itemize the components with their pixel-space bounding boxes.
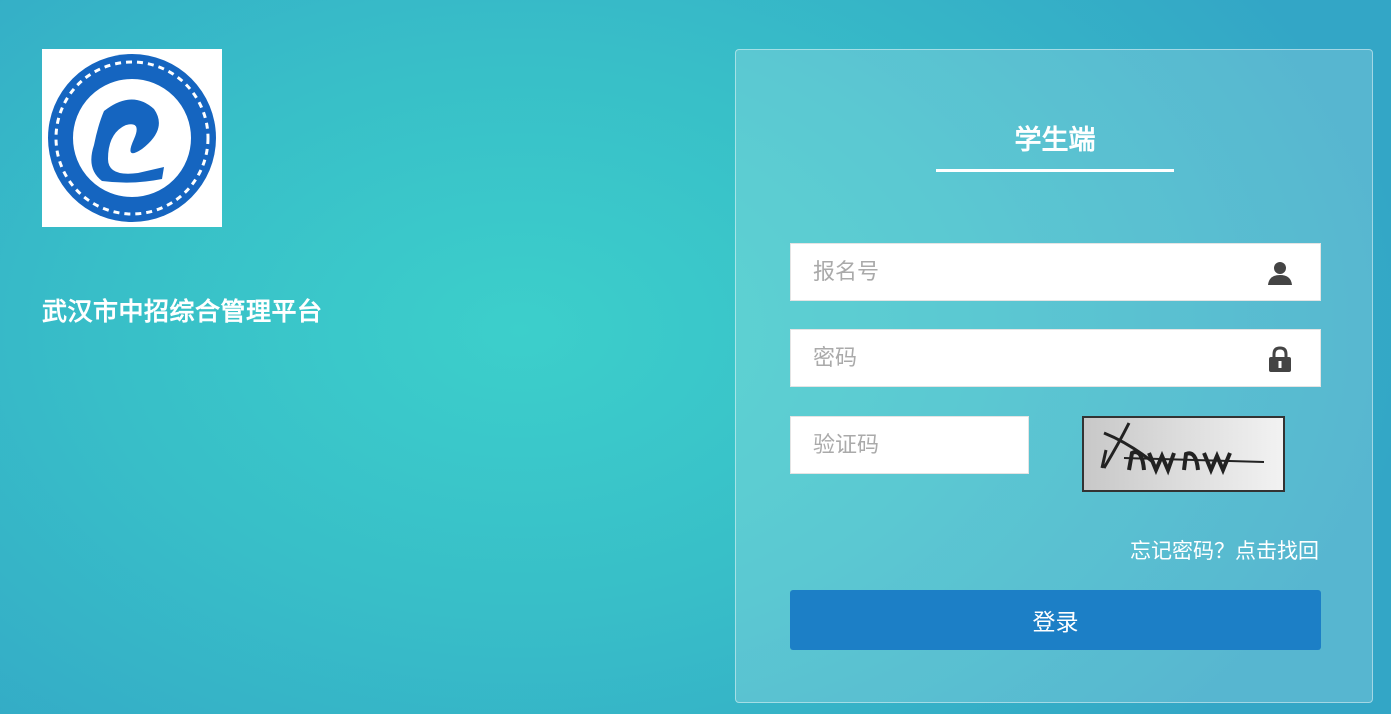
forgot-password-link[interactable]: 忘记密码？点击找回 [1130, 535, 1319, 565]
captcha-image[interactable] [1082, 416, 1285, 492]
user-icon [1268, 262, 1292, 285]
login-panel: 学生端 忘记密码？点击找回 登录 [735, 49, 1373, 703]
active-tab-indicator [936, 169, 1174, 172]
password-input[interactable] [791, 330, 1237, 386]
logo [42, 49, 222, 227]
username-field [790, 243, 1321, 301]
site-title: 武汉市中招综合管理平台 [42, 297, 323, 326]
username-input[interactable] [791, 244, 1237, 300]
password-field [790, 329, 1321, 387]
lock-icon [1269, 346, 1291, 372]
login-button[interactable]: 登录 [790, 590, 1321, 650]
captcha-input[interactable] [791, 417, 1003, 473]
captcha-field [790, 416, 1029, 474]
tab-student[interactable]: 学生端 [936, 118, 1174, 157]
